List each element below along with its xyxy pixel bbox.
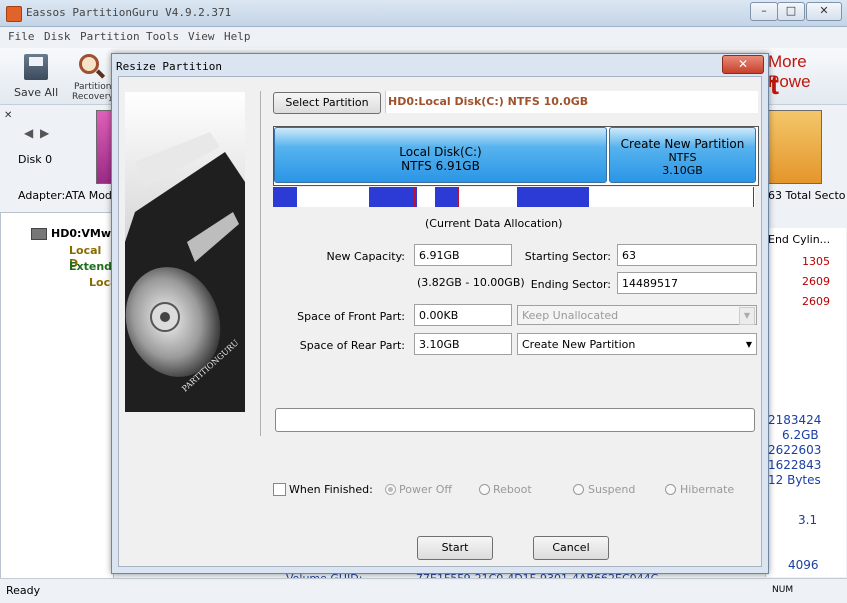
resize-partition-dialog: Resize Partition ✕ PARTITIONGURU Select …: [111, 53, 769, 574]
total-sectors-info: 63 Total Secto: [768, 189, 846, 202]
divider: [260, 91, 261, 436]
dialog-close-button[interactable]: ✕: [722, 55, 764, 74]
radio-reboot[interactable]: [479, 484, 490, 495]
new-capacity-input[interactable]: 6.91GB: [414, 244, 512, 266]
front-part-label: Space of Front Part:: [297, 310, 405, 323]
close-panel-icon[interactable]: ✕: [4, 110, 12, 121]
radio-power-off[interactable]: [385, 484, 396, 495]
num-lock-indicator: NUM: [772, 585, 794, 595]
front-part-input[interactable]: 0.00KB: [414, 304, 512, 326]
menu-disk[interactable]: Disk: [44, 30, 71, 43]
menu-view[interactable]: View: [188, 30, 215, 43]
prev-disk-icon[interactable]: ◀: [24, 126, 33, 140]
column-header-end-cylinder[interactable]: End Cylin...: [768, 233, 830, 246]
start-button[interactable]: Start: [417, 536, 493, 560]
info-value: 2622603: [768, 443, 822, 457]
app-logo-icon: [6, 6, 22, 22]
rear-part-option: Create New Partition: [522, 338, 636, 351]
allocation-caption: (Current Data Allocation): [425, 217, 563, 230]
when-finished-checkbox[interactable]: [273, 483, 286, 496]
starting-sector-input[interactable]: 63: [617, 244, 757, 266]
next-disk-icon[interactable]: ▶: [40, 126, 49, 140]
partition-table-panel: End Cylin... 1305 2609 2609 2183424 6.2G…: [765, 228, 846, 577]
suspend-label: Suspend: [588, 483, 636, 496]
reboot-label: Reboot: [493, 483, 532, 496]
chevron-down-icon: ▼: [745, 340, 752, 349]
cancel-button[interactable]: Cancel: [533, 536, 609, 560]
rear-part-label: Space of Rear Part:: [299, 339, 405, 352]
rear-part-input[interactable]: 3.10GB: [414, 333, 512, 355]
dialog-title: Resize Partition: [116, 60, 222, 73]
ending-sector-input[interactable]: 14489517: [617, 272, 757, 294]
disk-partition-segment-logical[interactable]: [768, 110, 822, 184]
selected-partition-desc: HD0:Local Disk(C:) NTFS 10.0GB: [388, 95, 589, 108]
radio-suspend[interactable]: [573, 484, 584, 495]
status-text: Ready: [6, 584, 41, 597]
ending-sector-label: Ending Sector:: [530, 278, 611, 291]
new-capacity-label: New Capacity:: [326, 250, 405, 263]
progress-bar: [275, 408, 755, 432]
partition-bar: Local Disk(C:) NTFS 6.91GB Create New Pa…: [273, 126, 759, 186]
bar-right-size: 3.10GB: [662, 164, 703, 177]
bar-left-name: Local Disk(C:): [399, 145, 482, 159]
front-part-select[interactable]: Keep Unallocated ▼: [517, 305, 757, 325]
partition-bar-local-disk[interactable]: Local Disk(C:) NTFS 6.91GB: [274, 127, 607, 183]
menu-partition[interactable]: Partition: [80, 30, 140, 43]
partition-recovery-button[interactable]: Partition Recovery: [70, 52, 114, 102]
menu-help[interactable]: Help: [224, 30, 251, 43]
hibernate-label: Hibernate: [680, 483, 735, 496]
status-bar: Ready NUM: [0, 578, 847, 603]
dialog-body: PARTITIONGURU Select Partition HD0:Local…: [118, 76, 762, 567]
info-value: 6.2GB: [782, 428, 819, 442]
window-close-button[interactable]: ✕: [806, 2, 842, 21]
adapter-info: Adapter:ATA Mode: [18, 189, 119, 202]
maximize-button[interactable]: □: [777, 2, 805, 21]
save-icon: [24, 54, 48, 80]
info-value: 12 Bytes: [768, 473, 821, 487]
info-value: 2183424: [768, 413, 822, 427]
capacity-range: (3.82GB - 10.00GB): [417, 276, 525, 289]
partition-recovery-label: Partition: [74, 82, 112, 92]
bar-right-fs: NTFS: [668, 151, 697, 164]
table-cell: 2609: [802, 295, 830, 308]
table-cell: 1305: [802, 255, 830, 268]
when-finished-label: When Finished:: [289, 483, 373, 496]
starting-sector-label: Starting Sector:: [524, 250, 611, 263]
minimize-button[interactable]: –: [750, 2, 778, 21]
menu-file[interactable]: File: [8, 30, 35, 43]
hard-disk-icon: [31, 228, 47, 240]
info-value: 1622843: [768, 458, 822, 472]
disk-tree-panel: HD0:VMwa Local D Extende Loca: [0, 212, 120, 579]
table-cell: 2609: [802, 275, 830, 288]
hard-drive-illustration: PARTITIONGURU: [125, 92, 245, 412]
chevron-down-icon: ▼: [739, 307, 755, 325]
select-partition-button[interactable]: Select Partition: [273, 92, 381, 114]
front-part-option: Keep Unallocated: [522, 309, 619, 322]
partition-bar-new-partition[interactable]: Create New Partition NTFS 3.10GB: [609, 127, 756, 183]
disk-number-label: Disk 0: [18, 153, 53, 166]
menu-tools[interactable]: Tools: [146, 30, 179, 43]
rear-part-select[interactable]: Create New Partition ▼: [517, 333, 757, 355]
window-titlebar: Eassos PartitionGuru V4.9.2.371 – □ ✕: [0, 0, 847, 27]
info-value: 3.1: [798, 513, 818, 527]
tree-item-hd0[interactable]: HD0:VMwa: [51, 227, 118, 240]
bar-right-name: Create New Partition: [620, 137, 745, 151]
radio-hibernate[interactable]: [665, 484, 676, 495]
menu-bar: File Disk Partition Tools View Help: [0, 27, 847, 47]
info-value: 4096: [788, 558, 819, 572]
data-allocation-strip: [273, 187, 755, 207]
power-off-label: Power Off: [399, 483, 452, 496]
window-title: Eassos PartitionGuru V4.9.2.371: [26, 6, 232, 19]
save-all-label: Save All: [14, 86, 59, 99]
partition-recovery-label-2: Recovery: [72, 92, 114, 102]
save-all-button[interactable]: Save All: [10, 52, 62, 102]
bar-left-size: NTFS 6.91GB: [401, 159, 480, 173]
partition-desc-box: HD0:Local Disk(C:) NTFS 10.0GB: [385, 91, 758, 113]
